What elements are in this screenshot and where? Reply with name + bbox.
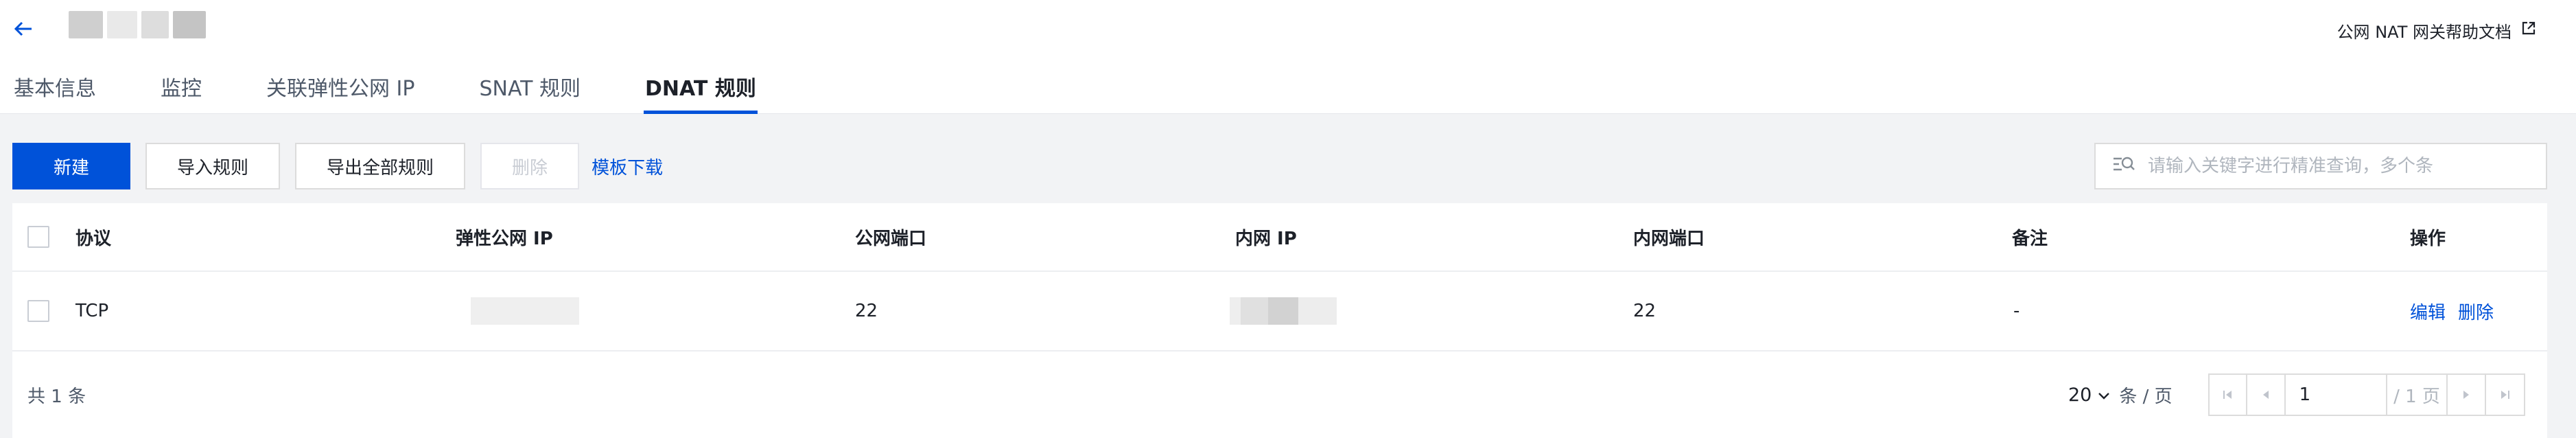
first-page-icon[interactable] — [2210, 375, 2248, 415]
import-rules-button[interactable]: 导入规则 — [145, 143, 281, 189]
col-public-port: 公网端口 — [855, 228, 927, 249]
cell-private-port: 22 — [1633, 301, 1656, 321]
row-checkbox[interactable] — [27, 300, 49, 322]
tab-monitor[interactable]: 监控 — [159, 71, 203, 114]
delete-link[interactable]: 删除 — [2458, 299, 2494, 324]
tab-basic-info[interactable]: 基本信息 — [12, 71, 97, 114]
template-download-link[interactable]: 模板下载 — [592, 154, 663, 179]
page: 公网 NAT 网关帮助文档 基本信息 监控 关联弹性公网 IP SNAT 规则 … — [0, 0, 2576, 438]
pagination: / 1 页 — [2208, 373, 2525, 416]
select-all-checkbox[interactable] — [27, 226, 49, 248]
cell-remark: - — [2013, 301, 2020, 321]
page-size-suffix: 条 / 页 — [2119, 386, 2173, 407]
dnat-rules-table: 协议 弹性公网 IP 公网端口 内网 IP 内网端口 备注 操作 TCP 22 — [12, 203, 2547, 438]
col-eip: 弹性公网 IP — [456, 228, 553, 249]
select-all-checkbox-cell — [27, 203, 49, 270]
last-page-icon[interactable] — [2486, 375, 2524, 415]
detail-tabs: 基本信息 监控 关联弹性公网 IP SNAT 规则 DNAT 规则 — [12, 71, 819, 114]
delete-button[interactable]: 删除 — [480, 143, 580, 189]
help-doc-link[interactable]: 公网 NAT 网关帮助文档 — [2337, 16, 2536, 44]
toolbar: 新建 导入规则 导出全部规则 删除 模板下载 — [12, 143, 663, 189]
top-bar: 公网 NAT 网关帮助文档 基本信息 监控 关联弹性公网 IP SNAT 规则 … — [0, 0, 2576, 114]
col-protocol: 协议 — [75, 228, 112, 249]
cell-public-port: 22 — [855, 301, 878, 321]
cell-actions: 编辑 删除 — [2410, 272, 2506, 350]
cell-protocol: TCP — [75, 301, 109, 321]
chevron-down-icon — [2097, 384, 2111, 406]
row-checkbox-cell — [27, 272, 49, 350]
external-link-icon — [2521, 21, 2536, 40]
export-all-rules-button[interactable]: 导出全部规则 — [295, 143, 466, 189]
table-footer: 共 1 条 20 条 / 页 / 1 页 — [12, 351, 2547, 438]
col-actions: 操作 — [2410, 228, 2446, 249]
tab-dnat[interactable]: DNAT 规则 — [644, 71, 758, 114]
search-box[interactable] — [2094, 143, 2547, 189]
total-count: 共 1 条 — [27, 386, 86, 407]
tab-eip[interactable]: 关联弹性公网 IP — [265, 71, 416, 114]
search-input[interactable] — [2148, 156, 2532, 176]
cell-private-ip-redacted — [1230, 272, 1337, 350]
filter-search-icon[interactable] — [2112, 155, 2135, 177]
col-private-port: 内网端口 — [1633, 228, 1705, 249]
page-size-value[interactable]: 20 — [2068, 384, 2111, 406]
back-arrow-icon[interactable] — [10, 15, 37, 43]
edit-link[interactable]: 编辑 — [2410, 299, 2446, 324]
help-doc-label: 公网 NAT 网关帮助文档 — [2337, 22, 2511, 42]
tab-snat[interactable]: SNAT 规则 — [478, 71, 582, 114]
col-remark: 备注 — [2012, 228, 2048, 249]
page-size-select[interactable]: 20 条 / 页 — [2068, 351, 2173, 438]
new-button[interactable]: 新建 — [12, 143, 131, 189]
table-header-row: 协议 弹性公网 IP 公网端口 内网 IP 内网端口 备注 操作 — [12, 203, 2547, 272]
total-pages: / 1 页 — [2387, 375, 2448, 415]
table-row: TCP 22 22 - 编辑 删除 — [12, 272, 2547, 351]
cell-eip-redacted — [471, 272, 579, 350]
next-page-icon[interactable] — [2448, 375, 2486, 415]
page-number-input[interactable] — [2285, 375, 2387, 415]
col-private-ip: 内网 IP — [1235, 228, 1297, 249]
prev-page-icon[interactable] — [2247, 375, 2286, 415]
page-title-redacted — [69, 10, 233, 40]
